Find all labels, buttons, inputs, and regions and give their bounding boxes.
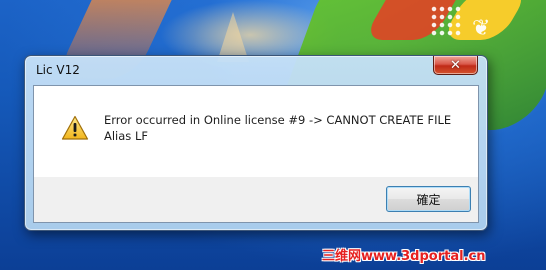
error-message-line-1: Error occurred in Online license #9 -> C… bbox=[104, 113, 452, 127]
error-message-line-2: Alias LF bbox=[104, 129, 148, 143]
warning-icon bbox=[61, 115, 89, 140]
dialog-content: Error occurred in Online license #9 -> C… bbox=[34, 86, 478, 177]
watermark-text: 三维网www.3dportal.cn bbox=[322, 249, 486, 264]
error-dialog: Lic V12 ✕ Error occurred in Online licen… bbox=[24, 55, 488, 231]
error-message: Error occurred in Online license #9 -> C… bbox=[104, 112, 464, 144]
dialog-client-area: Error occurred in Online license #9 -> C… bbox=[33, 85, 479, 223]
close-icon: ✕ bbox=[450, 57, 461, 73]
close-button[interactable]: ✕ bbox=[433, 56, 478, 75]
ok-button[interactable]: 確定 bbox=[386, 186, 471, 212]
butterfly-icon: ❦ bbox=[472, 16, 491, 41]
wallpaper-dots bbox=[430, 5, 462, 37]
dialog-title: Lic V12 bbox=[36, 63, 80, 77]
